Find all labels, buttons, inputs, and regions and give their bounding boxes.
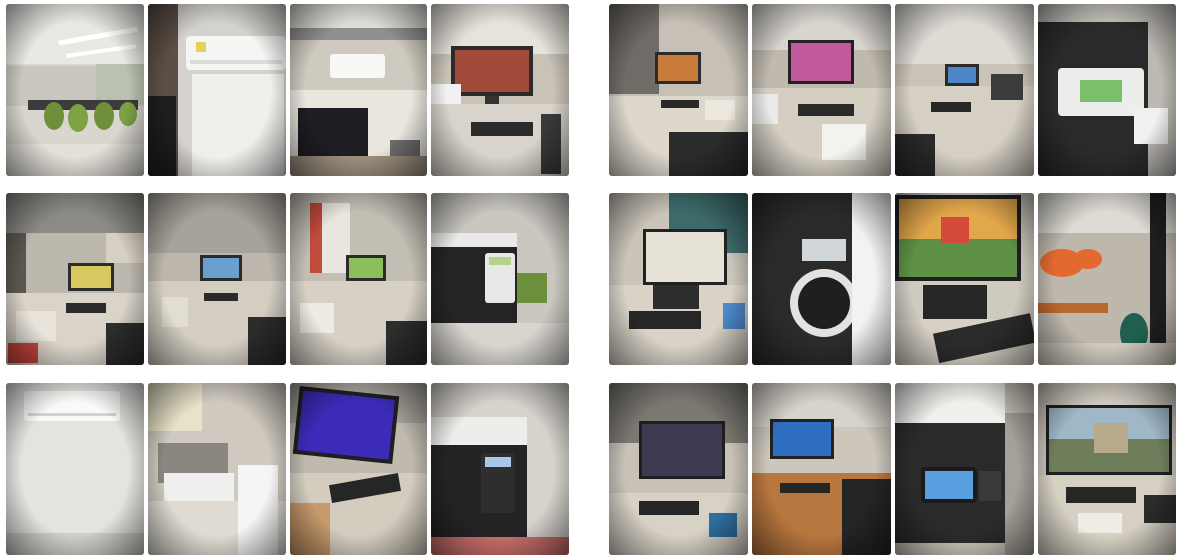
photo-wall-air-conditioner: [148, 4, 286, 176]
photo-wall-air-conditioner-2: [6, 383, 144, 555]
photo-monitor-with-ruins-wallpaper: [1038, 383, 1176, 555]
photo-l-shaped-desk-with-monitor: [609, 4, 748, 176]
photo-desk-with-monitor-and-keyboard: [609, 193, 748, 365]
photo-desk-with-monitor-and-printer: [431, 4, 569, 176]
photo-corner-desk-with-monitor-2: [290, 193, 427, 365]
photo-printer-keypad-closeup: [752, 193, 891, 365]
photo-desk-with-monitor-by-window: [609, 383, 748, 555]
photo-multifunction-printer-touchscreen-2: [895, 383, 1034, 555]
photo-desk-with-pink-screen-monitor: [752, 4, 891, 176]
photo-desk-with-blue-screen-monitor-2: [752, 383, 891, 555]
photo-multifunction-printer: [148, 383, 286, 555]
photo-air-conditioner-and-tv: [290, 4, 427, 176]
photo-open-office-with-orange-decor: [1038, 193, 1176, 365]
photo-printer-keypad-2: [431, 383, 569, 555]
photo-printer-keypad: [431, 193, 569, 365]
photo-desk-with-monitor: [895, 4, 1034, 176]
photo-collage: [0, 0, 1181, 555]
photo-desk-with-blue-screen-monitor: [290, 383, 427, 555]
photo-multifunction-printer-touchscreen: [1038, 4, 1176, 176]
photo-conference-room: [6, 4, 144, 176]
photo-monitor-with-castle-wallpaper: [895, 193, 1034, 365]
photo-office-desk-with-monitor: [6, 193, 144, 365]
photo-corner-desk-with-monitor: [148, 193, 286, 365]
